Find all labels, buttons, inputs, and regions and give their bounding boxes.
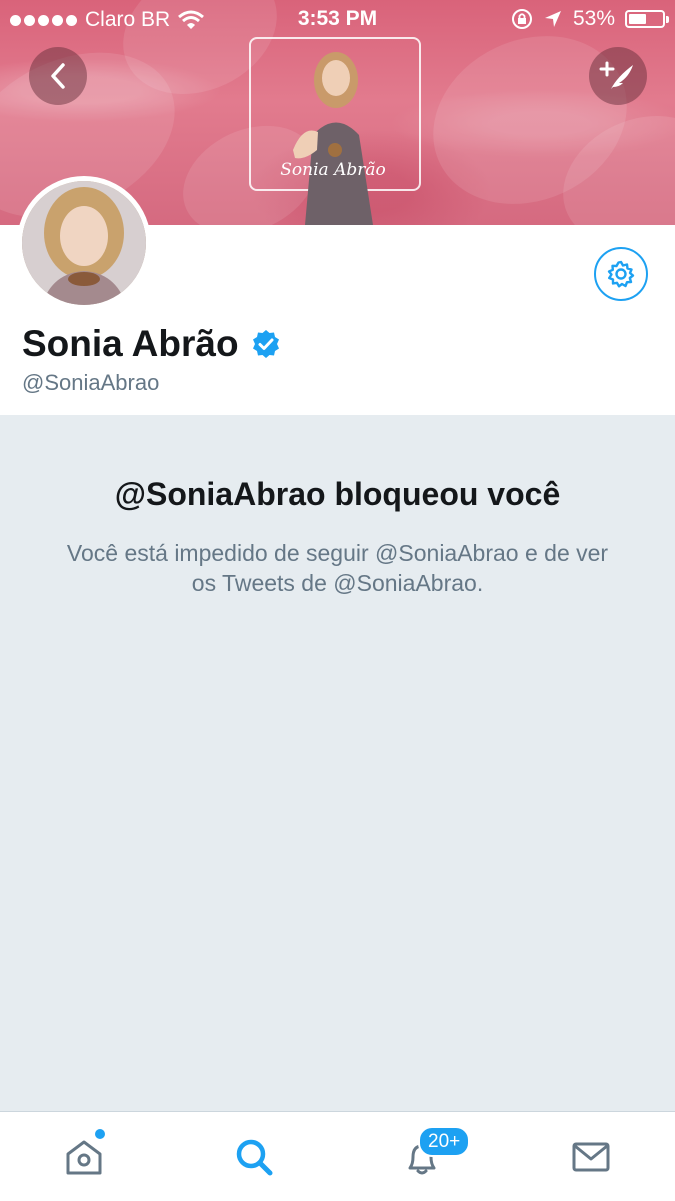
battery-icon (625, 10, 669, 28)
banner-signature: Sonia Abrão (280, 160, 386, 180)
settings-button[interactable] (594, 247, 648, 301)
tab-bar (0, 1111, 675, 1201)
back-button[interactable] (29, 47, 87, 105)
location-arrow-icon (544, 11, 561, 27)
tab-home[interactable] (61, 1134, 107, 1180)
avatar-photo (22, 181, 146, 305)
profile-handle: @SoniaAbrao (22, 370, 160, 395)
verified-badge-icon (252, 330, 279, 358)
blocked-title: @SoniaAbrao bloqueou você (114, 476, 561, 512)
status-bar: Claro BR 3:53 PM 53% (0, 0, 675, 38)
profile-name-text: Sonia Abrão (22, 323, 239, 364)
avatar[interactable] (17, 176, 151, 310)
compose-tweet-icon (599, 61, 633, 89)
profile-name: Sonia Abrão (22, 323, 281, 365)
tab-messages[interactable] (568, 1134, 614, 1180)
banner-portrait (293, 52, 373, 225)
tab-search[interactable] (231, 1134, 277, 1180)
orientation-lock-icon (511, 9, 532, 29)
battery-percent: 53% (572, 7, 615, 30)
chevron-left-icon (51, 63, 65, 89)
gear-icon (607, 260, 635, 288)
compose-tweet-button[interactable] (589, 47, 647, 105)
envelope-icon (572, 1142, 610, 1172)
notifications-badge: 20+ (418, 1126, 471, 1157)
home-icon (66, 1140, 102, 1175)
blocked-message: Você está impedido de seguir @SoniaAbrao… (66, 540, 609, 596)
search-icon (236, 1139, 273, 1176)
home-unread-dot (95, 1129, 105, 1139)
